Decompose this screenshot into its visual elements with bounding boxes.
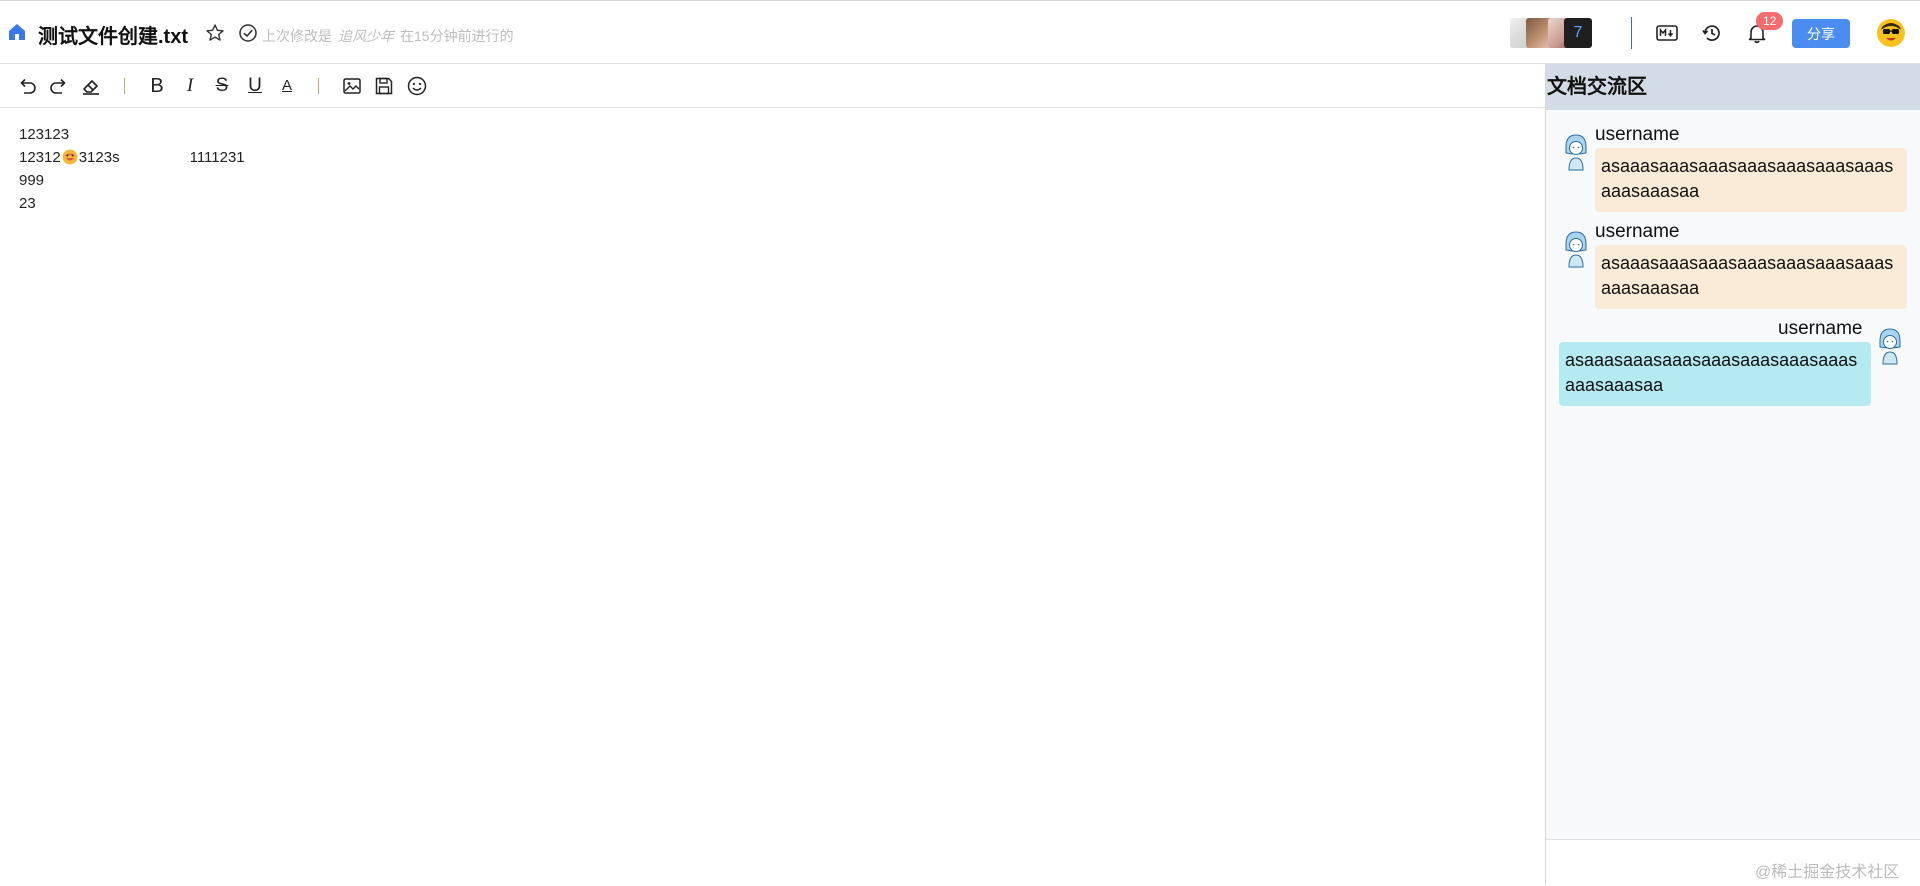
toolbar-divider [124,78,125,94]
document-title[interactable]: 测试文件创建.txt [38,20,188,49]
eraser-icon[interactable] [80,75,102,97]
message-username: username [1595,124,1680,145]
notification-badge: 12 [1756,12,1784,30]
editor-text: 1111231 [189,149,245,166]
last-modified-time: 在15分钟前进行的 [400,28,514,44]
save-icon[interactable] [373,75,395,97]
italic-icon[interactable]: I [179,75,201,97]
star-icon[interactable] [205,23,225,43]
avatar[interactable] [1876,325,1904,365]
editor-line[interactable]: 123123 [19,126,69,143]
top-header: 测试文件创建.txt 上次修改是 追风少年 在15分钟前进行的 7 12 分享 [0,0,1920,64]
collaborator-avatars[interactable]: 7 [1510,18,1594,48]
avatar[interactable] [1562,228,1590,268]
message-bubble: asaaasaaasaaasaaasaaasaaasaaasaaasaaasaa [1595,245,1907,309]
editor-line[interactable]: 12312 3123s 1111231 [19,149,245,166]
header-divider [1631,17,1632,49]
undo-icon[interactable] [16,75,38,97]
bold-icon[interactable]: B [146,75,168,97]
user-avatar[interactable] [1876,18,1906,48]
last-modified-user[interactable]: 追风少年 [338,28,394,44]
editor-text: 3123s [78,149,120,166]
last-modified-prefix: 上次修改是 [262,28,332,44]
text-editor[interactable]: 123123 12312 3123s 1111231 999 23 [0,108,1545,885]
check-circle-icon [238,23,258,43]
strikethrough-icon[interactable]: S [211,75,233,97]
markdown-icon[interactable] [1656,24,1678,42]
avatar[interactable] [1562,131,1590,171]
smiling-emoji-icon [62,149,78,165]
message-bubble: asaaasaaasaaasaaasaaasaaasaaasaaasaaasaa [1559,342,1871,406]
editor-line[interactable]: 23 [19,195,36,212]
message-bubble: asaaasaaasaaasaaasaaasaaasaaasaaasaaasaa [1595,148,1907,212]
underline-icon[interactable]: U [244,75,266,97]
editor-toolbar: B I S U A [0,64,1545,108]
chat-panel: 文档交流区 username asaaasaaasaaasaaasaaasaaa… [1545,64,1920,886]
chat-title: 文档交流区 [1546,64,1920,110]
history-icon[interactable] [1701,22,1723,44]
share-button[interactable]: 分享 [1792,19,1850,48]
emoji-icon[interactable] [406,75,428,97]
image-icon[interactable] [341,75,363,97]
editor-text: 12312 [19,149,61,166]
message-username: username [1595,221,1680,242]
home-icon[interactable] [8,23,26,41]
last-modified-info: 上次修改是 追风少年 在15分钟前进行的 [262,26,514,46]
message-username: username [1778,318,1863,339]
font-color-icon[interactable]: A [276,75,298,97]
more-collaborators-count[interactable]: 7 [1564,18,1592,48]
toolbar-divider [318,78,319,94]
watermark: @稀土掘金技术社区 [1755,864,1900,881]
redo-icon[interactable] [48,75,70,97]
editor-line[interactable]: 999 [19,172,44,189]
